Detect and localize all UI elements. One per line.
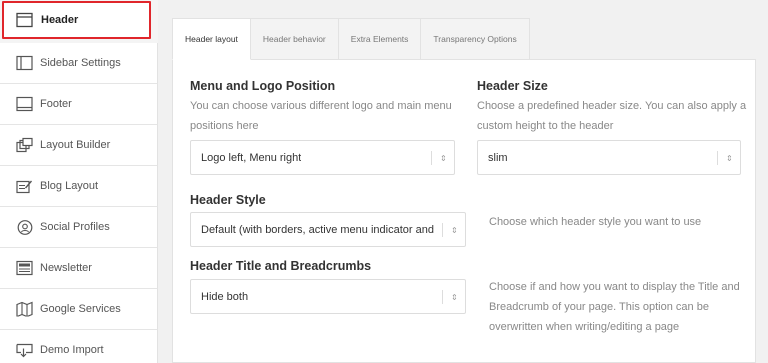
header-style-value: Default (with borders, active menu indic… bbox=[201, 223, 434, 236]
tab-content: Menu and Logo Position You can choose va… bbox=[172, 59, 756, 363]
header-size-title: Header Size bbox=[477, 79, 548, 93]
tab-transparency-options[interactable]: Transparency Options bbox=[421, 18, 530, 60]
header-size-value: slim bbox=[488, 151, 508, 164]
sidebar-item-label: Header bbox=[41, 14, 79, 26]
map-icon bbox=[16, 301, 33, 318]
sidebar-icon bbox=[16, 55, 33, 72]
breadcrumbs-desc: Choose if and how you want to display th… bbox=[489, 281, 740, 333]
sidebar-item-label: Blog Layout bbox=[40, 180, 99, 192]
select-divider bbox=[431, 151, 432, 165]
header-style-desc: Choose which header style you want to us… bbox=[489, 216, 702, 228]
sidebar-item-label: Social Profiles bbox=[40, 221, 110, 233]
menu-logo-title: Menu and Logo Position bbox=[190, 79, 336, 93]
header-style-select[interactable]: Default (with borders, active menu indic… bbox=[190, 212, 466, 247]
breadcrumbs-title: Header Title and Breadcrumbs bbox=[190, 259, 372, 273]
sidebar-item-demo-import[interactable]: Demo Import bbox=[0, 330, 158, 363]
app-root: Header Sidebar Settings Footer Layout Bu… bbox=[0, 0, 768, 363]
breadcrumbs-select[interactable]: Hide both ⇕ bbox=[190, 279, 466, 314]
menu-logo-select[interactable]: Logo left, Menu right ⇕ bbox=[190, 140, 455, 175]
sidebar-item-header[interactable]: Header bbox=[2, 1, 151, 39]
sidebar-item-newsletter[interactable]: Newsletter bbox=[0, 248, 158, 289]
select-divider bbox=[442, 290, 443, 304]
updown-icon: ⇕ bbox=[451, 293, 458, 302]
updown-icon: ⇕ bbox=[451, 226, 458, 235]
header-style-title: Header Style bbox=[190, 193, 266, 207]
at-sign-icon bbox=[16, 219, 33, 236]
header-size-desc: Choose a predefined header size. You can… bbox=[477, 100, 747, 132]
tab-extra-elements[interactable]: Extra Elements bbox=[338, 18, 422, 60]
header-size-select[interactable]: slim ⇕ bbox=[477, 140, 741, 175]
layout-builder-icon bbox=[16, 137, 33, 154]
sidebar-item-blog-layout[interactable]: Blog Layout bbox=[0, 166, 158, 207]
newsletter-icon bbox=[16, 260, 33, 277]
sidebar-item-label: Sidebar Settings bbox=[40, 57, 121, 69]
sidebar-item-label: Layout Builder bbox=[40, 139, 111, 151]
sidebar-item-layout-builder[interactable]: Layout Builder bbox=[0, 125, 158, 166]
sidebar-item-google-services[interactable]: Google Services bbox=[0, 289, 158, 330]
tab-header-behavior[interactable]: Header behavior bbox=[250, 18, 339, 60]
breadcrumbs-value: Hide both bbox=[201, 290, 249, 303]
sidebar-item-label: Demo Import bbox=[40, 344, 104, 356]
sidebar-item-label: Newsletter bbox=[40, 262, 92, 274]
sidebar-item-label: Footer bbox=[40, 98, 72, 110]
edit-icon bbox=[16, 178, 33, 195]
sidebar-item-label: Google Services bbox=[40, 303, 121, 315]
menu-logo-desc: You can choose various different logo an… bbox=[190, 100, 452, 132]
updown-icon: ⇕ bbox=[440, 154, 447, 163]
tab-header-layout[interactable]: Header layout bbox=[172, 18, 251, 60]
footer-icon bbox=[16, 96, 33, 113]
settings-sidebar: Header Sidebar Settings Footer Layout Bu… bbox=[0, 0, 158, 363]
import-icon bbox=[16, 342, 33, 359]
tab-bar: Header layout Header behavior Extra Elem… bbox=[172, 18, 530, 60]
sidebar-item-social-profiles[interactable]: Social Profiles bbox=[0, 207, 158, 248]
select-divider bbox=[717, 151, 718, 165]
sidebar-item-footer[interactable]: Footer bbox=[0, 84, 158, 125]
sidebar-item-sidebar-settings[interactable]: Sidebar Settings bbox=[0, 43, 158, 84]
menu-logo-value: Logo left, Menu right bbox=[201, 151, 302, 164]
header-settings-panel: Header layout Header behavior Extra Elem… bbox=[172, 18, 756, 363]
window-icon bbox=[16, 12, 33, 29]
select-divider bbox=[442, 223, 443, 237]
updown-icon: ⇕ bbox=[726, 154, 733, 163]
